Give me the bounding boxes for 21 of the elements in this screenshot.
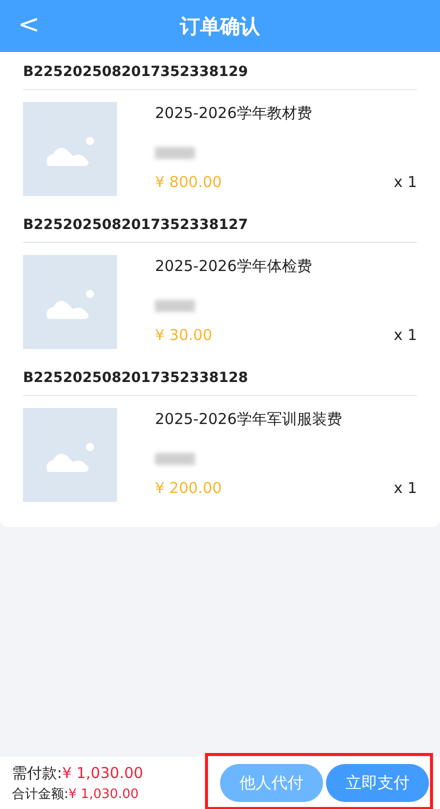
image-placeholder-icon xyxy=(23,408,117,502)
item-quantity: x 1 xyxy=(394,173,417,191)
item-price: ¥ 30.00 xyxy=(155,326,212,344)
image-placeholder-icon xyxy=(23,255,117,349)
item-price: ¥ 200.00 xyxy=(155,479,222,497)
pay-for-others-button[interactable]: 他人代付 xyxy=(220,764,323,802)
item-price: ¥ 800.00 xyxy=(155,173,222,191)
item-title: 2025-2026学年军训服装费 xyxy=(155,410,343,429)
payable-text: 需付款:¥ 1,030.00 xyxy=(12,764,144,782)
pay-now-button[interactable]: 立即支付 xyxy=(326,764,429,802)
item-title: 2025-2026学年教材费 xyxy=(155,104,313,123)
image-placeholder-icon xyxy=(23,102,117,196)
item-quantity: x 1 xyxy=(394,326,417,344)
order-number: B2252025082017352338128 xyxy=(23,358,417,396)
item-title: 2025-2026学年体检费 xyxy=(155,257,313,276)
order-number: B2252025082017352338129 xyxy=(23,52,417,90)
page-title: 订单确认 xyxy=(180,12,260,40)
order-number: B2252025082017352338127 xyxy=(23,205,417,243)
item-quantity: x 1 xyxy=(394,479,417,497)
total-text: 合计金额:¥ 1,030.00 xyxy=(12,786,140,802)
back-button[interactable]: < xyxy=(14,10,44,40)
